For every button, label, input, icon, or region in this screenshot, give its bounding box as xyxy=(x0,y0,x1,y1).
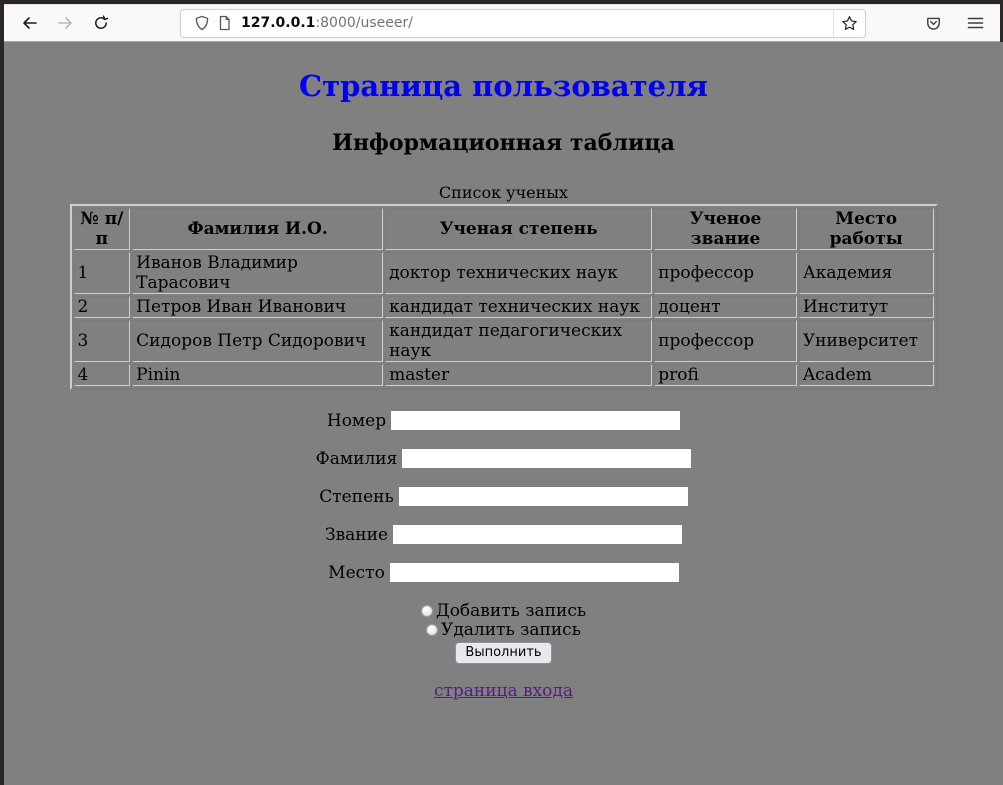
table-row: 4 Pinin master profi Academ xyxy=(74,364,934,386)
col-header-workplace: Место работы xyxy=(799,208,934,250)
cell-workplace: Институт xyxy=(799,296,934,318)
cell-number: 2 xyxy=(74,296,131,318)
table-caption: Список ученых xyxy=(4,183,1003,202)
window-frame-left xyxy=(0,0,4,785)
add-record-label: Добавить запись xyxy=(436,601,586,621)
cell-degree: кандидат технических наук xyxy=(385,296,652,318)
cell-surname: Pinin xyxy=(132,364,383,386)
url-path: :8000/useeer/ xyxy=(315,15,413,31)
url-bar[interactable]: 127.0.0.1:8000/useeer/ xyxy=(180,9,866,38)
number-input[interactable] xyxy=(391,411,680,430)
cell-number: 4 xyxy=(74,364,131,386)
web-page: Страница пользователя Информационная таб… xyxy=(4,42,1003,785)
bookmark-button[interactable] xyxy=(833,10,865,37)
surname-input[interactable] xyxy=(402,449,691,468)
delete-record-label: Удалить запись xyxy=(441,620,581,640)
form-row-degree: Степень xyxy=(4,487,1003,506)
record-form: Номер Фамилия Степень Звание Место Добав… xyxy=(4,411,1003,664)
rank-input[interactable] xyxy=(393,525,682,544)
table-row: 3 Сидоров Петр Сидорович кандидат педаго… xyxy=(74,320,934,362)
cell-rank: profi xyxy=(654,364,797,386)
col-header-degree: Ученая степень xyxy=(385,208,652,250)
login-page-link[interactable]: страница входа xyxy=(434,681,573,701)
star-icon xyxy=(841,15,858,32)
surname-label: Фамилия xyxy=(316,449,398,469)
reload-button[interactable] xyxy=(86,8,116,38)
cell-workplace: Академия xyxy=(799,252,934,294)
workplace-input[interactable] xyxy=(390,563,679,582)
cell-surname: Сидоров Петр Сидорович xyxy=(132,320,383,362)
col-header-rank: Ученое звание xyxy=(654,208,797,250)
cell-rank: профессор xyxy=(654,320,797,362)
delete-record-radio[interactable] xyxy=(426,624,438,636)
degree-label: Степень xyxy=(319,487,393,507)
reload-icon xyxy=(93,15,109,31)
table-row: 1 Иванов Владимир Тарасович доктор техни… xyxy=(74,252,934,294)
col-header-number: № п/п xyxy=(74,208,131,250)
form-row-number: Номер xyxy=(4,411,1003,430)
scientists-table: № п/п Фамилия И.О. Ученая степень Ученое… xyxy=(70,204,938,390)
url-text[interactable]: 127.0.0.1:8000/useeer/ xyxy=(241,15,833,31)
cell-surname: Петров Иван Иванович xyxy=(132,296,383,318)
cell-number: 1 xyxy=(74,252,131,294)
back-button[interactable] xyxy=(14,8,44,38)
form-row-workplace: Место xyxy=(4,563,1003,582)
toolbar-right-group xyxy=(908,8,1000,38)
form-row-rank: Звание xyxy=(4,525,1003,544)
url-host: 127.0.0.1 xyxy=(241,15,315,31)
form-row-surname: Фамилия xyxy=(4,449,1003,468)
rank-label: Звание xyxy=(325,525,388,545)
cell-degree: кандидат педагогических наук xyxy=(385,320,652,362)
pocket-icon xyxy=(925,15,942,32)
number-label: Номер xyxy=(327,411,386,431)
cell-rank: профессор xyxy=(654,252,797,294)
page-title: Страница пользователя xyxy=(4,69,1003,103)
degree-input[interactable] xyxy=(399,487,688,506)
table-header-row: № п/п Фамилия И.О. Ученая степень Ученое… xyxy=(74,208,934,250)
cell-number: 3 xyxy=(74,320,131,362)
cell-degree: master xyxy=(385,364,652,386)
back-arrow-icon xyxy=(21,15,38,31)
window-frame-top xyxy=(0,0,1003,4)
radio-row-add: Добавить запись xyxy=(4,601,1003,620)
workplace-label: Место xyxy=(328,563,385,583)
page-subtitle: Информационная таблица xyxy=(4,130,1003,156)
forward-arrow-icon xyxy=(57,15,74,31)
forward-button[interactable] xyxy=(50,8,80,38)
col-header-surname: Фамилия И.О. xyxy=(132,208,383,250)
hamburger-menu-icon xyxy=(967,16,984,30)
menu-button[interactable] xyxy=(960,8,990,38)
cell-degree: доктор технических наук xyxy=(385,252,652,294)
cell-workplace: Университет xyxy=(799,320,934,362)
browser-toolbar: 127.0.0.1:8000/useeer/ xyxy=(4,4,1000,42)
add-record-radio[interactable] xyxy=(421,605,433,617)
shield-icon[interactable] xyxy=(191,12,213,34)
cell-rank: доцент xyxy=(654,296,797,318)
radio-row-delete: Удалить запись xyxy=(4,620,1003,639)
cell-workplace: Academ xyxy=(799,364,934,386)
page-info-icon[interactable] xyxy=(213,12,235,34)
cell-surname: Иванов Владимир Тарасович xyxy=(132,252,383,294)
pocket-button[interactable] xyxy=(918,8,948,38)
execute-button[interactable]: Выполнить xyxy=(455,642,551,664)
table-row: 2 Петров Иван Иванович кандидат техничес… xyxy=(74,296,934,318)
